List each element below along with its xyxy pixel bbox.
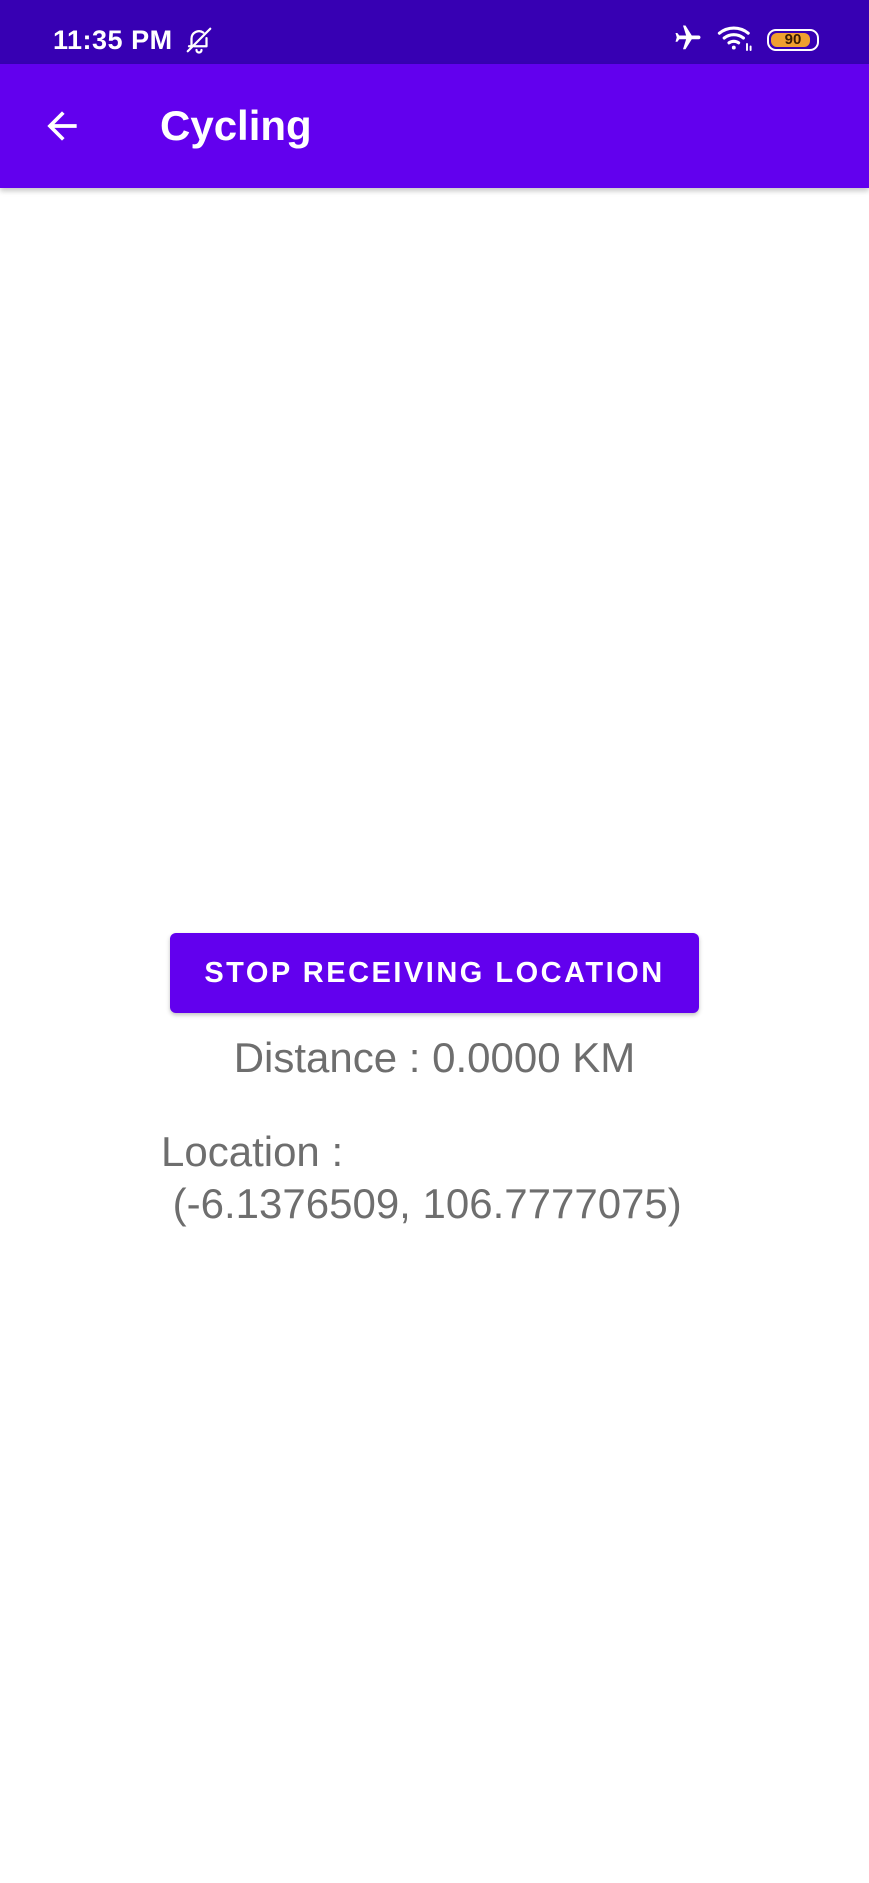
status-icons: 90 [673, 22, 819, 58]
airplane-mode-icon [673, 23, 703, 58]
battery-level: 90 [784, 31, 802, 48]
alarm-off-icon [184, 25, 214, 55]
distance-text: Distance : 0.0000 KM [233, 1034, 636, 1081]
status-bar: 11:35 PM 90 [0, 0, 869, 64]
location-label: Location : [161, 1128, 344, 1175]
screen: 11:35 PM 90 Cycling STOP RECEIVING LOCAT… [0, 0, 869, 1883]
location-value: (-6.1376509, 106.7777075) [161, 1180, 682, 1227]
arrow-back-icon [47, 111, 77, 141]
location-text: Location : (-6.1376509, 106.7777075) [161, 1126, 682, 1230]
back-button[interactable] [30, 94, 94, 158]
page-title: Cycling [160, 102, 312, 149]
stop-receiving-location-button[interactable]: STOP RECEIVING LOCATION [170, 933, 699, 1013]
battery-icon: 90 [767, 29, 819, 51]
status-time: 11:35 PM [53, 25, 173, 55]
wifi-icon [717, 23, 753, 58]
app-bar: Cycling [0, 64, 869, 188]
